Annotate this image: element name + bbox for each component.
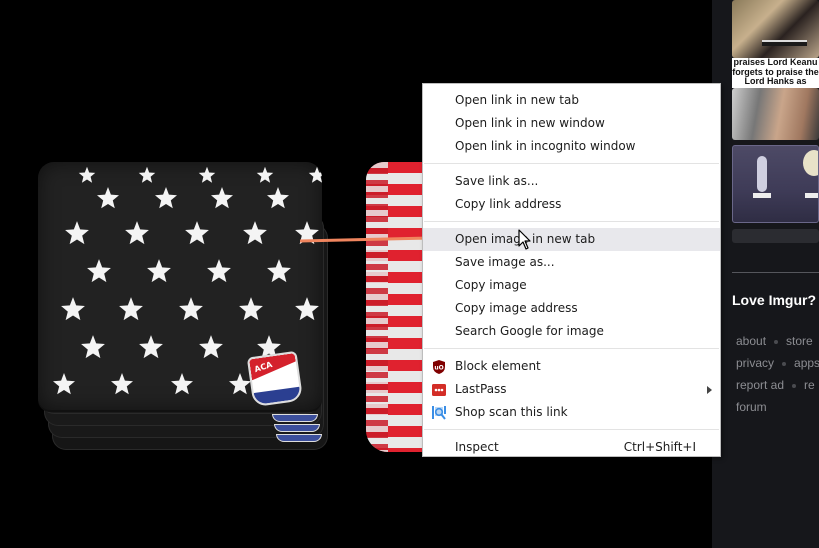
star-pattern-icon <box>78 166 96 184</box>
menu-item-shop-scan-link[interactable]: Shop scan this link <box>423 401 720 424</box>
star-pattern-icon <box>124 220 150 246</box>
menu-item-copy-image-address[interactable]: Copy image address <box>423 297 720 320</box>
star-pattern-icon <box>210 186 234 210</box>
shop-scan-icon <box>431 405 447 421</box>
imgur-sidebar: praises Lord Keanu forgets to praise the… <box>712 0 819 548</box>
thumbnail-meme-2[interactable] <box>732 88 819 140</box>
star-pattern-icon <box>64 220 90 246</box>
ublock-origin-icon: uO <box>431 359 447 375</box>
logo-edge <box>274 424 320 432</box>
star-pattern-icon <box>206 258 232 284</box>
star-pattern-icon <box>86 258 112 284</box>
menu-item-block-element[interactable]: uO Block element <box>423 355 720 378</box>
menu-item-open-link-new-tab[interactable]: Open link in new tab <box>423 89 720 112</box>
star-pattern-icon <box>96 186 120 210</box>
star-pattern-icon <box>146 258 172 284</box>
star-pattern-icon <box>52 372 76 396</box>
menu-item-lastpass[interactable]: LastPass <box>423 378 720 401</box>
star-pattern-icon <box>266 258 292 284</box>
footer-link-forum[interactable]: forum <box>736 400 767 414</box>
star-pattern-icon <box>294 220 320 246</box>
star-pattern-icon <box>256 166 274 184</box>
dot-separator <box>792 383 797 388</box>
menu-item-label: Inspect <box>455 440 499 454</box>
thumbnail-meme-1[interactable] <box>732 0 819 58</box>
thumbnail-meme-4[interactable] <box>732 229 819 243</box>
bag-top-face: ACA <box>38 162 322 410</box>
menu-item-save-image-as[interactable]: Save image as... <box>423 251 720 274</box>
black-star-cornhole-bags-image[interactable]: ACA <box>36 162 336 454</box>
menu-item-open-image-new-tab[interactable]: Open image in new tab <box>423 228 720 251</box>
thumbnail-meme-3[interactable] <box>732 145 819 223</box>
star-pattern-icon <box>138 334 164 360</box>
menu-item-search-google-for-image[interactable]: Search Google for image <box>423 320 720 343</box>
footer-link-privacy[interactable]: privacy <box>736 356 774 370</box>
keyboard-shortcut: Ctrl+Shift+I <box>623 440 696 454</box>
star-pattern-icon <box>198 334 224 360</box>
footer-link-report-ad[interactable]: report ad <box>736 378 784 392</box>
browser-context-menu: Open link in new tab Open link in new wi… <box>422 83 721 457</box>
star-pattern-icon <box>138 166 156 184</box>
caption-line: praises Lord Keanu <box>733 58 818 67</box>
star-pattern-icon <box>178 296 204 322</box>
menu-item-inspect[interactable]: Inspect Ctrl+Shift+I <box>423 436 720 459</box>
caption-line: Lord Hanks as <box>744 77 807 86</box>
menu-separator <box>424 221 719 222</box>
thumbnail-caption: praises Lord Keanu forgets to praise the… <box>732 58 819 88</box>
star-pattern-icon <box>170 372 194 396</box>
aca-logo: ACA <box>246 350 304 408</box>
star-pattern-icon <box>80 334 106 360</box>
logo-edge <box>276 434 322 442</box>
star-pattern-icon <box>60 296 86 322</box>
menu-separator <box>424 163 719 164</box>
star-pattern-icon <box>118 296 144 322</box>
star-pattern-icon <box>266 186 290 210</box>
menu-item-open-link-new-window[interactable]: Open link in new window <box>423 112 720 135</box>
dot-separator <box>774 339 779 344</box>
star-pattern-icon <box>238 296 264 322</box>
menu-item-open-link-incognito[interactable]: Open link in incognito window <box>423 135 720 158</box>
footer-link-re[interactable]: re <box>804 378 815 392</box>
star-pattern-icon <box>308 166 322 184</box>
love-imgur-heading: Love Imgur? <box>732 292 817 308</box>
menu-separator <box>424 429 719 430</box>
menu-item-label: LastPass <box>455 382 507 396</box>
menu-item-label: Block element <box>455 359 541 373</box>
caption-line: forgets to praise the <box>732 67 819 77</box>
footer-link-store[interactable]: store <box>786 334 813 348</box>
logo-edge <box>272 414 318 422</box>
red-white-striped-cornhole-bags-image[interactable] <box>366 162 424 452</box>
menu-item-save-link-as[interactable]: Save link as... <box>423 170 720 193</box>
svg-text:uO: uO <box>434 365 443 372</box>
star-pattern-icon <box>242 220 268 246</box>
mouse-cursor-icon <box>518 229 531 250</box>
footer-link-apps[interactable]: apps <box>794 356 819 370</box>
star-pattern-icon <box>154 186 178 210</box>
star-pattern-icon <box>184 220 210 246</box>
menu-item-copy-link-address[interactable]: Copy link address <box>423 193 720 216</box>
star-pattern-icon <box>198 166 216 184</box>
lastpass-icon <box>431 382 447 398</box>
sidebar-divider <box>732 272 819 273</box>
submenu-arrow-icon <box>707 386 712 394</box>
footer-link-about[interactable]: about <box>736 334 766 348</box>
menu-item-label: Shop scan this link <box>455 405 568 419</box>
footer-links: about store privacy apps report ad re forum <box>736 330 819 418</box>
dot-separator <box>782 361 787 366</box>
menu-item-copy-image[interactable]: Copy image <box>423 274 720 297</box>
star-pattern-icon <box>110 372 134 396</box>
menu-separator <box>424 348 719 349</box>
star-pattern-icon <box>294 296 320 322</box>
